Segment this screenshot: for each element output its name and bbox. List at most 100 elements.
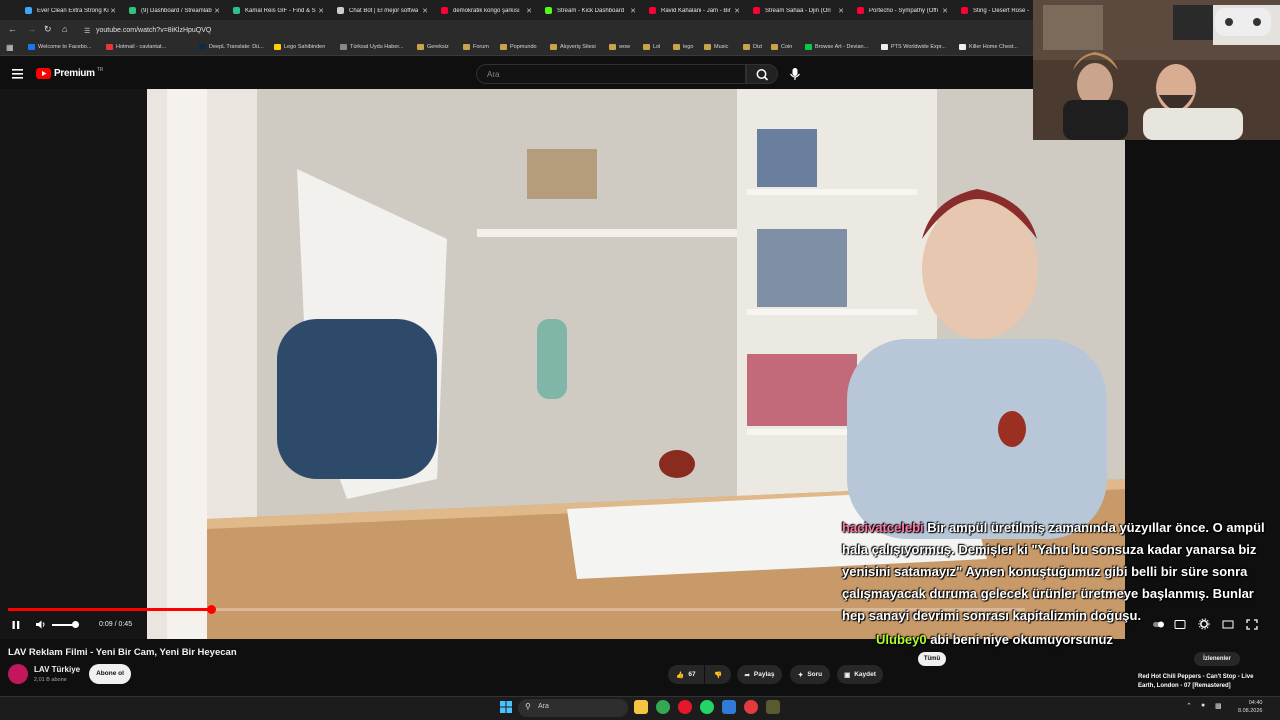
site-info-icon[interactable]: ☰: [84, 27, 90, 35]
bookmark-item[interactable]: Türksat Uydu Haber...: [340, 44, 404, 50]
share-button[interactable]: ➦ Paylaş: [737, 665, 782, 684]
menu-icon[interactable]: [12, 69, 24, 79]
streaming-app-icon[interactable]: [744, 700, 758, 714]
microphone-tray-icon[interactable]: ●: [1201, 702, 1205, 709]
tab-favicon-icon: [129, 7, 136, 14]
chip-all[interactable]: Tümü: [918, 652, 946, 666]
bookmark-item[interactable]: Gereksiz: [417, 44, 449, 50]
folder-icon: [673, 44, 680, 50]
browser-tab[interactable]: Chat Bot | El mejor softwa ✕: [332, 2, 432, 19]
browser-tab[interactable]: (9) Dashboard / Streamlab ✕: [124, 2, 224, 19]
game-app-icon[interactable]: [766, 700, 780, 714]
webcam-overlay: [1033, 0, 1280, 140]
bookmark-item[interactable]: Music: [704, 44, 728, 50]
ask-button[interactable]: ✦ Soru: [790, 665, 830, 684]
share-icon: ➦: [744, 671, 750, 679]
bookmark-item[interactable]: Dizi: [743, 44, 762, 50]
youtube-logo[interactable]: Premium TR: [36, 67, 103, 79]
windows-start-icon[interactable]: [500, 701, 512, 713]
chrome-icon[interactable]: [656, 700, 670, 714]
tab-close-icon[interactable]: ✕: [110, 7, 116, 15]
back-icon[interactable]: ←: [8, 24, 17, 34]
bookmark-item[interactable]: Killer Home Chest...: [959, 44, 1018, 50]
bookmark-label: Lol: [653, 44, 661, 50]
url-text[interactable]: youtube.com/watch?v=8iKlzHpuQVQ: [96, 27, 211, 34]
whatsapp-icon[interactable]: [700, 700, 714, 714]
save-label: Kaydet: [854, 671, 876, 678]
taskbar-clock[interactable]: 04:40 8.08.2026: [1238, 699, 1262, 715]
voice-search-icon[interactable]: [787, 66, 803, 82]
folder-icon: [609, 44, 616, 50]
bookmark-item[interactable]: DeepL Translate: Dü...: [199, 44, 264, 50]
browser-tab[interactable]: Portecho - Sympathy (Offi ✕: [852, 2, 952, 19]
tab-close-icon[interactable]: ✕: [422, 7, 428, 15]
thumbs-down-icon: 👎: [713, 671, 723, 679]
channel-avatar[interactable]: [8, 664, 28, 684]
reload-icon[interactable]: ↻: [44, 24, 52, 35]
browser-tab[interactable]: demokratik kongo şarkısı ✕: [436, 2, 536, 19]
progress-scrubber[interactable]: [207, 605, 216, 614]
bookmark-item[interactable]: Lego Sahibinden: [274, 44, 325, 50]
opera-icon[interactable]: [678, 700, 692, 714]
bookmark-item[interactable]: Coin: [771, 44, 792, 50]
folder-icon: [771, 44, 778, 50]
pause-icon[interactable]: [11, 620, 21, 630]
tab-close-icon[interactable]: ✕: [318, 7, 324, 15]
tray-chevron-icon[interactable]: ⌃: [1186, 702, 1192, 710]
bookmark-label: Hotmail - cavlantat...: [116, 44, 167, 50]
tab-close-icon[interactable]: ✕: [630, 7, 636, 15]
bookmark-item[interactable]: lego: [673, 44, 693, 50]
clock-date: 8.08.2026: [1238, 708, 1263, 714]
apps-grid-icon[interactable]: ▦: [6, 43, 14, 52]
browser-tab[interactable]: Stream - Kick Dashboard ✕: [540, 2, 640, 19]
tab-favicon-icon: [961, 7, 968, 14]
bookmark-item[interactable]: PTS Worldwide Expr...: [881, 44, 946, 50]
forward-icon[interactable]: →: [27, 24, 36, 34]
chip-watched[interactable]: İzlenenler: [1194, 652, 1240, 666]
home-icon[interactable]: ⌂: [62, 24, 67, 34]
tab-close-icon[interactable]: ✕: [526, 7, 532, 15]
bookmark-item[interactable]: Welcome to Facebo...: [28, 44, 91, 50]
bookmark-favicon-icon: [274, 44, 281, 50]
channel-name[interactable]: LAV Türkiye: [34, 665, 80, 674]
bookmark-item[interactable]: Forum: [463, 44, 489, 50]
tab-label: Stream - Kick Dashboard: [557, 7, 625, 14]
subscribe-button[interactable]: Abone ol: [89, 664, 131, 684]
bookmark-label: Killer Home Chest...: [969, 44, 1018, 50]
tab-close-icon[interactable]: ✕: [214, 7, 220, 15]
like-count: 67: [688, 671, 696, 678]
file-explorer-icon[interactable]: [634, 700, 648, 714]
logo-text: Premium: [54, 68, 95, 79]
browser-tab[interactable]: Stream Sahaâ - Djin (Ori ✕: [748, 2, 848, 19]
bookmark-item[interactable]: Lol: [643, 44, 660, 50]
bookmark-item[interactable]: Hotmail - cavlantat...: [106, 44, 166, 50]
network-volume-icon[interactable]: ▩: [1215, 702, 1222, 710]
tab-close-icon[interactable]: ✕: [838, 7, 844, 15]
taskbar-search[interactable]: Ara: [518, 699, 628, 717]
search-input[interactable]: Ara: [476, 64, 746, 84]
dislike-button[interactable]: 👎: [705, 665, 731, 684]
tab-label: Portecho - Sympathy (Offi: [869, 7, 938, 14]
browser-tab[interactable]: Ravid Kahalani - Jam - Bir ✕: [644, 2, 744, 19]
app-icon[interactable]: [722, 700, 736, 714]
browser-tab[interactable]: Kamal Reis GIF - Find & S ✕: [228, 2, 328, 19]
browser-tab[interactable]: Ever Clean Extra Strong Ki ✕: [20, 2, 120, 19]
bookmark-item[interactable]: Alışveriş Sitesi: [550, 44, 596, 50]
save-button[interactable]: ▣ Kaydet: [837, 665, 883, 684]
volume-icon[interactable]: [35, 619, 47, 630]
tab-label: demokratik kongo şarkısı: [453, 7, 520, 14]
bookmark-label: Alışveriş Sitesi: [560, 44, 596, 50]
bookmark-item[interactable]: wow: [609, 44, 630, 50]
tab-close-icon[interactable]: ✕: [734, 7, 740, 15]
tab-close-icon[interactable]: ✕: [942, 7, 948, 15]
volume-knob[interactable]: [72, 621, 79, 628]
search-button[interactable]: [746, 64, 778, 84]
bookmark-item[interactable]: Popmundo: [500, 44, 537, 50]
bookmark-item[interactable]: Browse Art - Devian...: [805, 44, 868, 50]
like-button[interactable]: 👍 67: [668, 665, 704, 684]
tab-label: Chat Bot | El mejor softwa: [349, 7, 419, 14]
chat-username: hacivatcelebi: [842, 520, 924, 535]
tab-favicon-icon: [233, 7, 240, 14]
bookmark-favicon-icon: [959, 44, 966, 50]
tab-favicon-icon: [545, 7, 552, 14]
